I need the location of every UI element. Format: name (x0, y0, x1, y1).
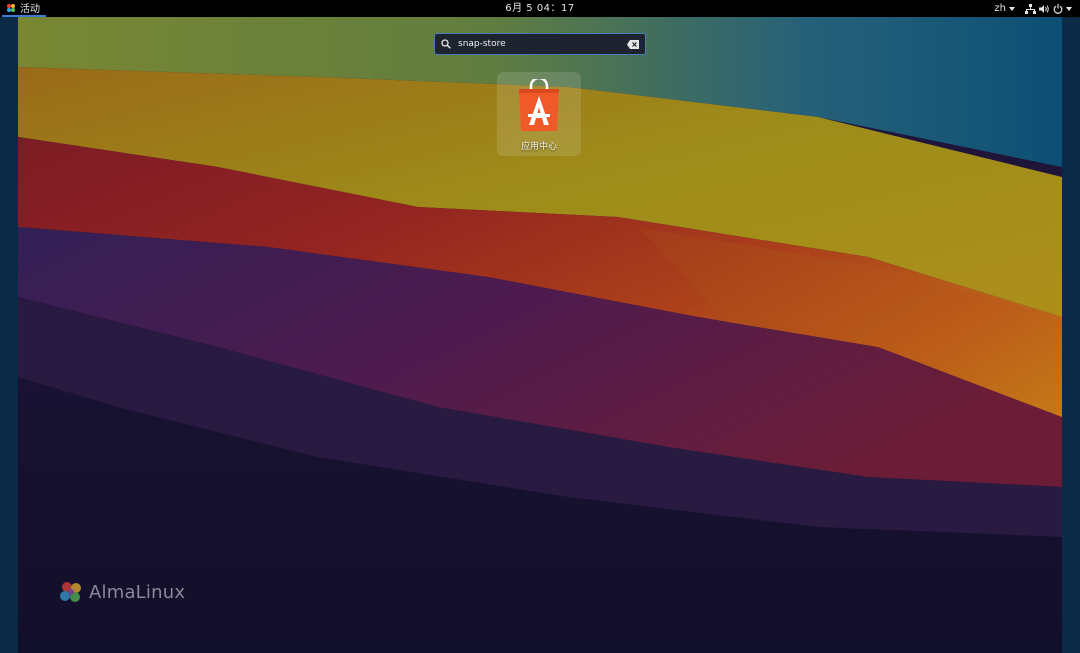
system-menu[interactable] (1025, 3, 1072, 14)
network-icon (1025, 3, 1036, 14)
search-box[interactable] (434, 33, 646, 55)
top-bar: 活动 6月 5 04：17 zh (0, 0, 1080, 17)
language-label: zh (994, 3, 1006, 14)
search-input[interactable] (458, 37, 620, 51)
almalinux-logo-icon (60, 582, 81, 602)
clear-search-icon[interactable] (627, 39, 639, 49)
screen: 活动 6月 5 04：17 zh AlmaLinux snap-store 应用… (0, 0, 1080, 653)
software-store-icon (519, 79, 559, 131)
volume-icon (1039, 4, 1049, 13)
chevron-down-icon (1066, 6, 1072, 11)
app-result-software-center[interactable]: 应用中心 (497, 72, 581, 156)
system-tray: zh (994, 0, 1072, 17)
activities-button[interactable]: 活动 (2, 0, 46, 17)
almalinux-brand: AlmaLinux (58, 579, 185, 605)
activities-label: 活动 (20, 4, 40, 15)
chevron-down-icon (1009, 6, 1015, 11)
clock[interactable]: 6月 5 04：17 (505, 0, 575, 17)
almalinux-logo-icon (7, 3, 15, 12)
brand-text: AlmaLinux (89, 581, 186, 603)
search-icon (441, 39, 451, 49)
app-result-label: 应用中心 (520, 142, 557, 152)
language-menu[interactable]: zh (994, 3, 1015, 14)
power-icon (1053, 3, 1063, 14)
